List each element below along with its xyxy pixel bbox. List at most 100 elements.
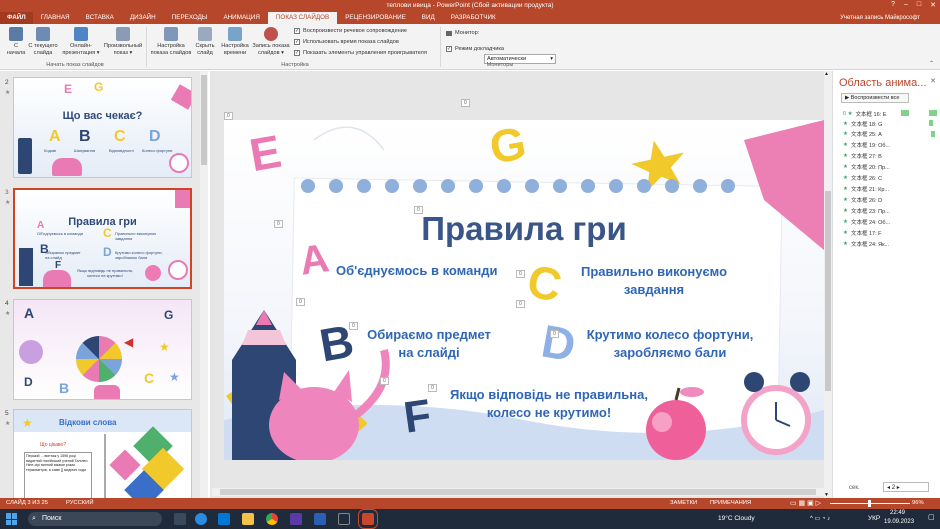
language-status[interactable]: РУССКИЙ bbox=[66, 500, 94, 506]
online-present-button[interactable]: Онлайн- презентация ▾ bbox=[60, 27, 102, 56]
thumbnails-scrollbar[interactable] bbox=[200, 71, 208, 498]
clock-time[interactable]: 22:49 bbox=[890, 510, 905, 516]
task-view-icon[interactable] bbox=[174, 513, 186, 525]
placeholder-marker[interactable]: 0 bbox=[516, 300, 525, 308]
tab-developer[interactable]: РАЗРАБОТЧИК bbox=[443, 12, 504, 24]
minimize-button[interactable]: – bbox=[904, 1, 908, 9]
slide-number: 3 bbox=[5, 189, 9, 196]
rehearse-button[interactable]: Настройка времени bbox=[220, 27, 250, 56]
powerpoint-icon[interactable] bbox=[358, 509, 378, 529]
status-bar: СЛАЙД 3 ИЗ 25 РУССКИЙ ЗАМЕТКИ ПРИМЕЧАНИЯ… bbox=[0, 498, 940, 509]
tab-review[interactable]: РЕЦЕНЗИРОВАНИЕ bbox=[337, 12, 414, 24]
animation-item[interactable]: ★ 文本框 21: Кр... bbox=[843, 185, 889, 193]
placeholder-marker[interactable]: 0 bbox=[414, 206, 423, 214]
tab-home[interactable]: ГЛАВНАЯ bbox=[33, 12, 78, 24]
view-buttons[interactable]: ▭ ▦ ▣ ▷ bbox=[790, 499, 821, 507]
from-current-button[interactable]: С текущего слайда bbox=[28, 27, 58, 56]
zoom-slider-thumb[interactable] bbox=[868, 500, 871, 507]
zoom-level[interactable]: 96% bbox=[912, 500, 924, 506]
custom-show-icon bbox=[116, 27, 130, 41]
animation-item[interactable]: ★ 文本框 25: A bbox=[843, 130, 882, 138]
record-show-button[interactable]: Запись показа слайдов ▾ bbox=[251, 27, 291, 56]
keyboard-language[interactable]: УКР bbox=[868, 515, 880, 522]
animation-item[interactable]: ★ 文本框 19: Об... bbox=[843, 141, 890, 149]
rule-3[interactable]: Обираємо предмет на слайді bbox=[364, 326, 494, 362]
tab-animation[interactable]: АНИМАЦИЯ bbox=[215, 12, 267, 24]
timing-bar bbox=[929, 110, 937, 116]
collapse-ribbon-icon[interactable]: ⌃ bbox=[929, 60, 934, 67]
animation-item[interactable]: ★ 文本框 23: Пр... bbox=[843, 207, 890, 215]
taskbar-search[interactable]: ⌕ Поиск bbox=[28, 512, 162, 526]
slide-thumbnail-5[interactable]: Відкови слова ★ Що цікаво? Перший ... ви… bbox=[13, 409, 192, 498]
group-label-start: Начать показ слайдов bbox=[46, 62, 104, 68]
slide-thumbnail-3[interactable]: Правила гри Об'єднуємось в команди Прави… bbox=[13, 188, 192, 289]
rule-2[interactable]: Правильно виконуємо завдання bbox=[564, 263, 744, 299]
timings-checkbox[interactable]: ✓ Использовать время показа слайдов bbox=[294, 39, 399, 45]
notifications-icon[interactable]: ▢ bbox=[928, 513, 935, 521]
animation-item[interactable]: 0 ★ 文本框 16: E bbox=[843, 110, 886, 118]
editor-scrollbar[interactable]: ▲ ▼ bbox=[824, 71, 832, 498]
tab-slideshow[interactable]: ПОКАЗ СЛАЙДОВ bbox=[267, 12, 338, 24]
comments-button[interactable]: ПРИМЕЧАНИЯ bbox=[710, 500, 751, 506]
custom-show-button[interactable]: Произвольный показ ▾ bbox=[102, 27, 144, 56]
maximize-button[interactable]: □ bbox=[917, 1, 921, 9]
animation-item[interactable]: ★ 文本框 27: B bbox=[843, 152, 882, 160]
notes-button[interactable]: ЗАМЕТКИ bbox=[670, 500, 697, 506]
word-icon[interactable] bbox=[314, 513, 326, 525]
placeholder-marker[interactable]: 0 bbox=[224, 112, 233, 120]
tray-icons[interactable]: ^ ▭ ◔ ♪ bbox=[810, 515, 830, 522]
placeholder-marker[interactable]: 0 bbox=[349, 322, 358, 330]
animation-item[interactable]: ★ 文本框 24: Як... bbox=[843, 240, 889, 248]
animation-item[interactable]: ★ 文本框 18: G bbox=[843, 120, 882, 128]
current-slide[interactable]: E G A C B D F Правила гри Об'єднуємось в… bbox=[224, 120, 824, 460]
placeholder-marker[interactable]: 0 bbox=[550, 330, 559, 338]
placeholder-marker[interactable]: 0 bbox=[296, 298, 305, 306]
slide-thumbnail-4[interactable]: A G C D B ◀ ★ ★ bbox=[13, 299, 192, 400]
tab-design[interactable]: ДИЗАЙН bbox=[122, 12, 164, 24]
setup-show-button[interactable]: Настройка показа слайдов bbox=[150, 27, 192, 56]
placeholder-marker[interactable]: 0 bbox=[428, 384, 437, 392]
slide-title[interactable]: Правила гри bbox=[224, 210, 824, 248]
timing-bar bbox=[929, 120, 933, 126]
placeholder-marker[interactable]: 0 bbox=[274, 220, 283, 228]
account-label[interactable]: Учетная запись Майкрософт bbox=[840, 15, 920, 21]
animation-item[interactable]: ★ 文本框 26: D bbox=[843, 196, 882, 204]
close-pane-icon[interactable]: ✕ bbox=[930, 77, 936, 85]
window-title: теплови ивица - PowerPoint (Сбой активац… bbox=[386, 2, 554, 9]
close-button[interactable]: ✕ bbox=[930, 1, 936, 9]
presenter-view-checkbox[interactable]: ✓ Режим докладчика bbox=[446, 46, 504, 52]
tab-transitions[interactable]: ПЕРЕХОДЫ bbox=[164, 12, 216, 24]
narration-checkbox[interactable]: ✓ Воспроизвести речевое сопровождение bbox=[294, 28, 407, 34]
placeholder-marker[interactable]: 0 bbox=[380, 377, 389, 385]
rule-1[interactable]: Об'єднуємось в команди bbox=[336, 263, 497, 278]
tab-view[interactable]: ВИД bbox=[414, 12, 443, 24]
chrome-icon[interactable] bbox=[266, 513, 278, 525]
player-controls-checkbox[interactable]: ✓ Показать элементы управления проигрыват… bbox=[294, 50, 427, 56]
start-button[interactable] bbox=[6, 513, 18, 525]
seconds-stepper[interactable]: ◂ 2 ▸ bbox=[883, 482, 929, 492]
tab-file[interactable]: ФАЙЛ bbox=[0, 12, 33, 24]
animation-item[interactable]: ★ 文本框 24: Об... bbox=[843, 218, 890, 226]
play-all-button[interactable]: ▶ Воспроизвести все bbox=[841, 93, 909, 103]
horizontal-scrollbar[interactable] bbox=[212, 488, 824, 496]
app-icon[interactable] bbox=[290, 513, 302, 525]
store-icon[interactable] bbox=[218, 513, 230, 525]
placeholder-marker[interactable]: 0 bbox=[516, 270, 525, 278]
tab-insert[interactable]: ВСТАВКА bbox=[78, 12, 122, 24]
hide-slide-button[interactable]: Скрыть слайд bbox=[193, 27, 217, 56]
help-icon[interactable]: ? bbox=[891, 1, 895, 9]
rule-5[interactable]: Якщо відповідь не правильна, колесо не к… bbox=[434, 386, 664, 422]
from-start-button[interactable]: С начала bbox=[4, 27, 28, 56]
app-icon[interactable] bbox=[338, 513, 350, 525]
clock-date[interactable]: 19.09.2023 bbox=[884, 519, 914, 525]
animation-item[interactable]: ★ 文本框 26: C bbox=[843, 174, 882, 182]
animation-item[interactable]: ★ 文本框 20: Пр... bbox=[843, 163, 890, 171]
edge-icon[interactable] bbox=[195, 513, 207, 525]
slide-thumbnail-2[interactable]: Що вас чекає? A B C D Кодові Шанування В… bbox=[13, 77, 192, 178]
placeholder-marker[interactable]: 0 bbox=[461, 99, 470, 107]
animation-item[interactable]: ★ 文本框 17: F bbox=[843, 229, 882, 237]
weather-widget[interactable]: 19°C Cloudy bbox=[718, 515, 755, 522]
rule-4[interactable]: Крутимо колесо фортуни, заробляємо бали bbox=[580, 326, 760, 362]
explorer-icon[interactable] bbox=[242, 513, 254, 525]
animation-pane-title: Область анима... bbox=[839, 77, 927, 89]
